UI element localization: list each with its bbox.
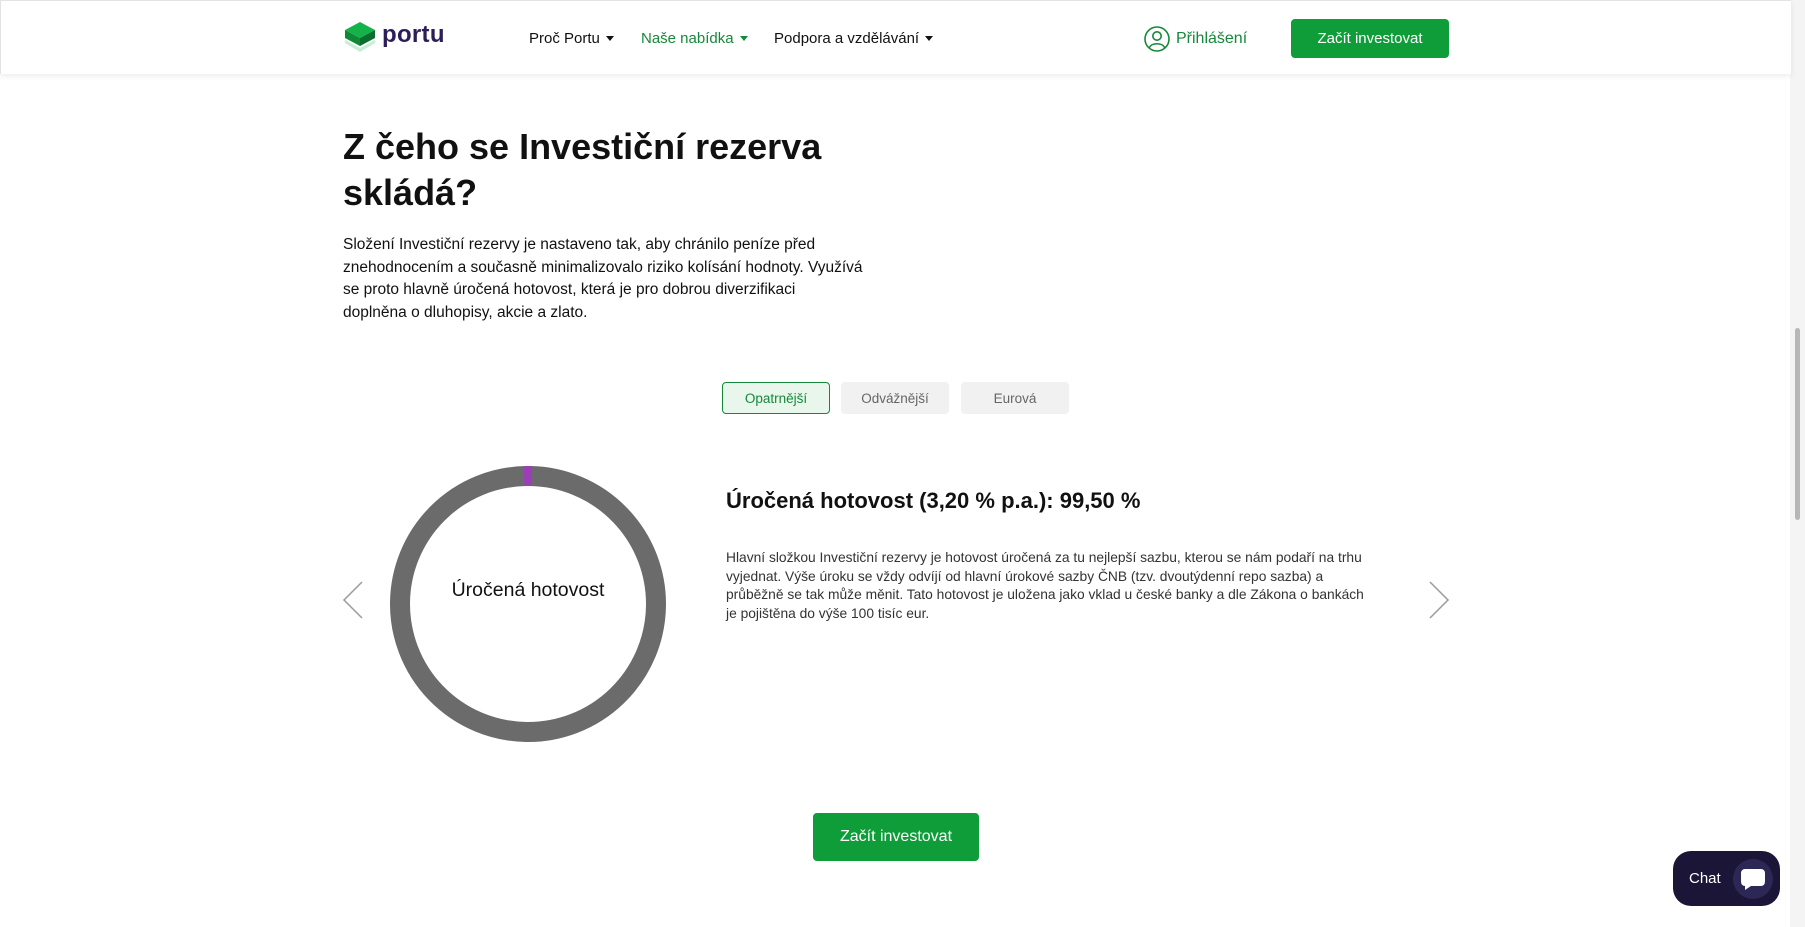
chevron-down-icon	[605, 35, 614, 41]
chat-widget-button[interactable]: Chat	[1673, 851, 1780, 906]
donut-center-label: Úročená hotovost	[451, 579, 605, 601]
donut-segment[interactable]	[390, 466, 666, 742]
segment-description: Hlavní složkou Investiční rezervy je hot…	[726, 550, 1364, 621]
chevron-down-icon	[925, 35, 934, 41]
start-investing-header-button[interactable]: Začít investovat	[1291, 19, 1449, 58]
segment-title: Úročená hotovost (3,20 % p.a.): 99,50 %	[726, 488, 1141, 513]
section-title: Z čeho se Investiční rezerva skládá?	[343, 126, 822, 213]
composition-donut-chart[interactable]	[390, 466, 666, 742]
tab-eurova[interactable]: Eurová	[961, 382, 1069, 414]
chat-label: Chat	[1689, 870, 1721, 887]
chevron-down-icon	[739, 35, 748, 41]
nav-label: Podpora a vzdělávání	[774, 30, 920, 47]
nav-nase-nabidka[interactable]: Naše nabídka	[641, 30, 748, 47]
portu-logo[interactable]: portu	[344, 21, 445, 53]
portu-logo-icon	[345, 22, 375, 52]
chevron-left-icon[interactable]	[342, 580, 364, 620]
nav-podpora-vzdelavani[interactable]: Podpora a vzdělávání	[774, 30, 934, 47]
brand-name: portu	[382, 21, 445, 48]
login-label: Přihlášení	[1176, 30, 1248, 47]
section-intro: Složení Investiční rezervy je nastaveno …	[343, 236, 863, 321]
chat-icon	[1733, 859, 1773, 899]
site-header: portu Proč Portu Naše nabídka Podpora a …	[0, 0, 1791, 74]
chevron-right-icon[interactable]	[1428, 580, 1450, 620]
nav-label: Proč Portu	[529, 30, 600, 47]
start-investing-button[interactable]: Začít investovat	[813, 813, 979, 861]
user-icon	[1144, 26, 1170, 52]
tab-opatrnejsi[interactable]: Opatrnější	[722, 382, 830, 414]
donut-segments	[390, 466, 666, 742]
nav-label: Naše nabídka	[641, 30, 734, 47]
scrollbar-thumb[interactable]	[1795, 328, 1800, 520]
login-link[interactable]: Přihlášení	[1144, 26, 1247, 52]
tab-odvaznejsi[interactable]: Odvážnější	[841, 382, 949, 414]
nav-proc-portu[interactable]: Proč Portu	[529, 30, 614, 47]
